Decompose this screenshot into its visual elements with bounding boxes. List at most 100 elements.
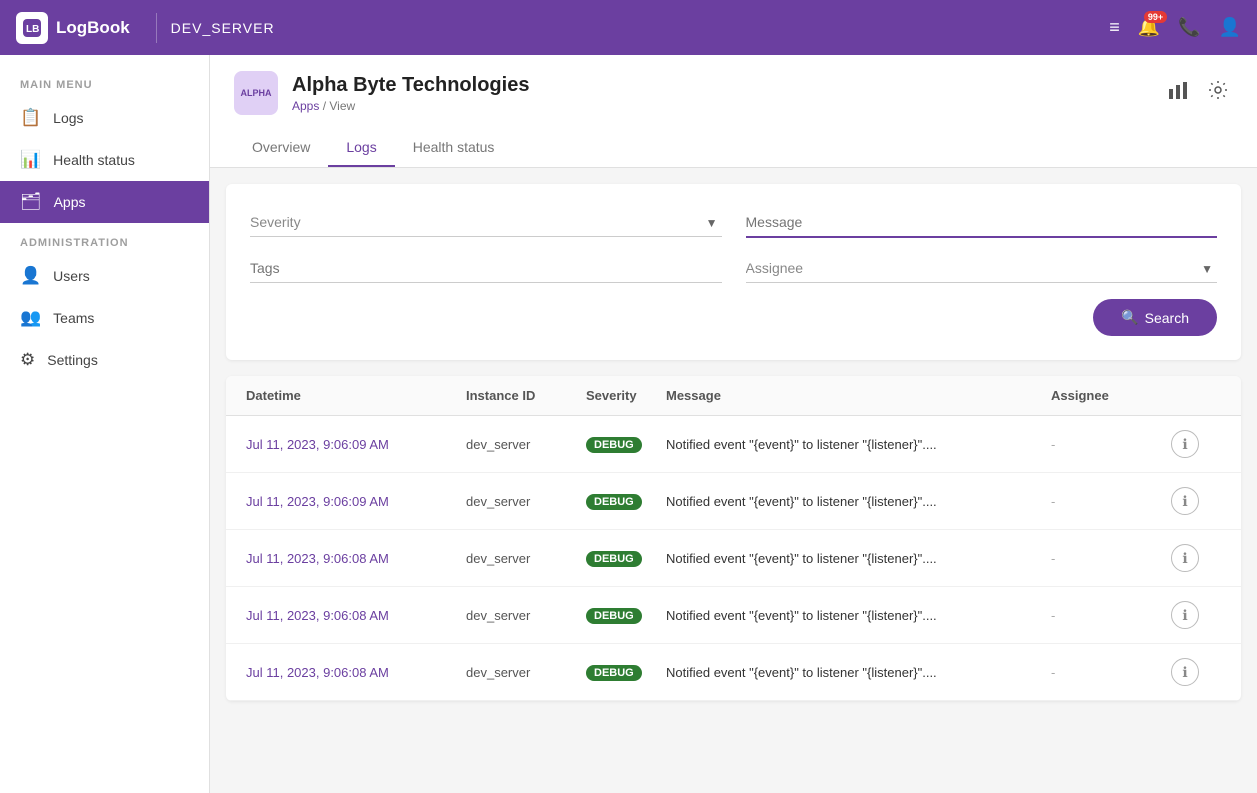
cell-severity-1: DEBUG bbox=[586, 493, 666, 510]
cell-severity-2: DEBUG bbox=[586, 550, 666, 567]
chart-icon bbox=[1167, 79, 1189, 101]
sidebar-item-logs[interactable]: 📋 Logs bbox=[0, 97, 209, 139]
sidebar-item-apps[interactable]: 🗂 Apps bbox=[0, 181, 209, 223]
cell-instance-3: dev_server bbox=[466, 608, 586, 623]
main-menu-label: MAIN MENU bbox=[0, 65, 209, 97]
col-severity: Severity bbox=[586, 388, 666, 403]
info-button-4[interactable]: ℹ bbox=[1171, 658, 1199, 686]
breadcrumb: Apps / View bbox=[292, 99, 529, 113]
table-row: Jul 11, 2023, 9:06:08 AM dev_server DEBU… bbox=[226, 587, 1241, 644]
info-button-0[interactable]: ℹ bbox=[1171, 430, 1199, 458]
topnav-actions: ≡ 🔔 99+ 📞 👤 bbox=[1109, 17, 1241, 38]
search-icon: 🔍 bbox=[1121, 309, 1138, 326]
app-header-actions bbox=[1163, 75, 1233, 111]
cell-severity-4: DEBUG bbox=[586, 664, 666, 681]
search-button-label: Search bbox=[1145, 310, 1189, 326]
sidebar: MAIN MENU 📋 Logs 📊 Health status 🗂 Apps … bbox=[0, 55, 210, 793]
assignee-select[interactable]: Assignee bbox=[746, 254, 1218, 283]
tags-input[interactable] bbox=[250, 254, 722, 283]
tab-logs[interactable]: Logs bbox=[328, 129, 394, 167]
sidebar-item-settings-label: Settings bbox=[47, 352, 98, 368]
teams-icon: 👥 bbox=[20, 308, 41, 328]
cell-assignee-0: - bbox=[1051, 437, 1171, 452]
cell-actions-1: ℹ bbox=[1171, 487, 1221, 515]
cell-assignee-2: - bbox=[1051, 551, 1171, 566]
topnav: LB LogBook DEV_SERVER ≡ 🔔 99+ 📞 👤 bbox=[0, 0, 1257, 55]
sidebar-item-health-status[interactable]: 📊 Health status bbox=[0, 139, 209, 181]
sidebar-item-users-label: Users bbox=[53, 268, 90, 284]
cell-severity-3: DEBUG bbox=[586, 607, 666, 624]
breadcrumb-view: View bbox=[329, 99, 355, 113]
severity-field: Severity DEBUG INFO WARNING ERROR ▼ bbox=[250, 208, 722, 238]
search-button[interactable]: 🔍 Search bbox=[1093, 299, 1217, 336]
filter-actions: 🔍 Search bbox=[250, 299, 1217, 336]
main-content: ALPHA Alpha Byte Technologies Apps / Vie… bbox=[210, 55, 1257, 793]
cell-message-3: Notified event "{event}" to listener "{l… bbox=[666, 608, 1051, 623]
layout: MAIN MENU 📋 Logs 📊 Health status 🗂 Apps … bbox=[0, 55, 1257, 793]
gear-icon bbox=[1207, 79, 1229, 101]
chart-button[interactable] bbox=[1163, 75, 1193, 111]
filter-panel: Severity DEBUG INFO WARNING ERROR ▼ bbox=[226, 184, 1241, 360]
cell-actions-3: ℹ bbox=[1171, 601, 1221, 629]
settings-icon: ⚙ bbox=[20, 350, 35, 370]
info-button-2[interactable]: ℹ bbox=[1171, 544, 1199, 572]
sidebar-item-apps-label: Apps bbox=[54, 194, 86, 210]
tab-overview[interactable]: Overview bbox=[234, 129, 328, 167]
sidebar-item-teams[interactable]: 👥 Teams bbox=[0, 297, 209, 339]
cell-datetime-3: Jul 11, 2023, 9:06:08 AM bbox=[246, 608, 466, 623]
cell-message-1: Notified event "{event}" to listener "{l… bbox=[666, 494, 1051, 509]
col-assignee: Assignee bbox=[1051, 388, 1171, 403]
topnav-divider bbox=[156, 13, 157, 43]
settings-button[interactable] bbox=[1203, 75, 1233, 111]
debug-badge-1: DEBUG bbox=[586, 494, 642, 510]
brand[interactable]: LB LogBook bbox=[16, 12, 130, 44]
breadcrumb-apps[interactable]: Apps bbox=[292, 99, 319, 113]
col-datetime: Datetime bbox=[246, 388, 466, 403]
server-name: DEV_SERVER bbox=[171, 20, 275, 36]
cell-message-0: Notified event "{event}" to listener "{l… bbox=[666, 437, 1051, 452]
info-button-3[interactable]: ℹ bbox=[1171, 601, 1199, 629]
admin-menu-label: ADMINISTRATION bbox=[0, 223, 209, 255]
cell-message-2: Notified event "{event}" to listener "{l… bbox=[666, 551, 1051, 566]
cell-actions-2: ℹ bbox=[1171, 544, 1221, 572]
col-instance: Instance ID bbox=[466, 388, 586, 403]
sidebar-item-settings[interactable]: ⚙ Settings bbox=[0, 339, 209, 381]
table-row: Jul 11, 2023, 9:06:09 AM dev_server DEBU… bbox=[226, 416, 1241, 473]
cell-datetime-4: Jul 11, 2023, 9:06:08 AM bbox=[246, 665, 466, 680]
app-header-left: ALPHA Alpha Byte Technologies Apps / Vie… bbox=[234, 71, 529, 115]
info-button-1[interactable]: ℹ bbox=[1171, 487, 1199, 515]
debug-badge-3: DEBUG bbox=[586, 608, 642, 624]
cell-instance-4: dev_server bbox=[466, 665, 586, 680]
notifications-icon[interactable]: 🔔 99+ bbox=[1138, 17, 1160, 38]
notification-badge: 99+ bbox=[1144, 11, 1167, 23]
cell-datetime-0: Jul 11, 2023, 9:06:09 AM bbox=[246, 437, 466, 452]
brand-icon: LB bbox=[16, 12, 48, 44]
cell-actions-0: ℹ bbox=[1171, 430, 1221, 458]
app-logo: ALPHA bbox=[234, 71, 278, 115]
cell-instance-0: dev_server bbox=[466, 437, 586, 452]
app-title-block: Alpha Byte Technologies Apps / View bbox=[292, 74, 529, 113]
cell-datetime-1: Jul 11, 2023, 9:06:09 AM bbox=[246, 494, 466, 509]
menu-icon[interactable]: ≡ bbox=[1109, 17, 1120, 38]
app-logo-text: ALPHA bbox=[241, 88, 272, 98]
filter-row-2: Assignee ▼ bbox=[250, 254, 1217, 283]
table-row: Jul 11, 2023, 9:06:08 AM dev_server DEBU… bbox=[226, 644, 1241, 701]
user-avatar[interactable]: 👤 bbox=[1219, 17, 1241, 38]
severity-select[interactable]: Severity DEBUG INFO WARNING ERROR bbox=[250, 208, 722, 237]
debug-badge-2: DEBUG bbox=[586, 551, 642, 567]
table-header: Datetime Instance ID Severity Message As… bbox=[226, 376, 1241, 416]
tabs: Overview Logs Health status bbox=[234, 129, 1233, 167]
logs-icon: 📋 bbox=[20, 108, 41, 128]
sidebar-item-teams-label: Teams bbox=[53, 310, 94, 326]
sidebar-item-health-label: Health status bbox=[53, 152, 135, 168]
sidebar-item-users[interactable]: 👤 Users bbox=[0, 255, 209, 297]
tab-health-status[interactable]: Health status bbox=[395, 129, 513, 167]
phone-icon[interactable]: 📞 bbox=[1178, 17, 1200, 38]
app-title: Alpha Byte Technologies bbox=[292, 74, 529, 97]
assignee-select-wrapper: Assignee ▼ bbox=[746, 254, 1218, 283]
message-input[interactable] bbox=[746, 208, 1218, 238]
cell-assignee-3: - bbox=[1051, 608, 1171, 623]
debug-badge-0: DEBUG bbox=[586, 437, 642, 453]
health-icon: 📊 bbox=[20, 150, 41, 170]
message-field bbox=[746, 208, 1218, 238]
